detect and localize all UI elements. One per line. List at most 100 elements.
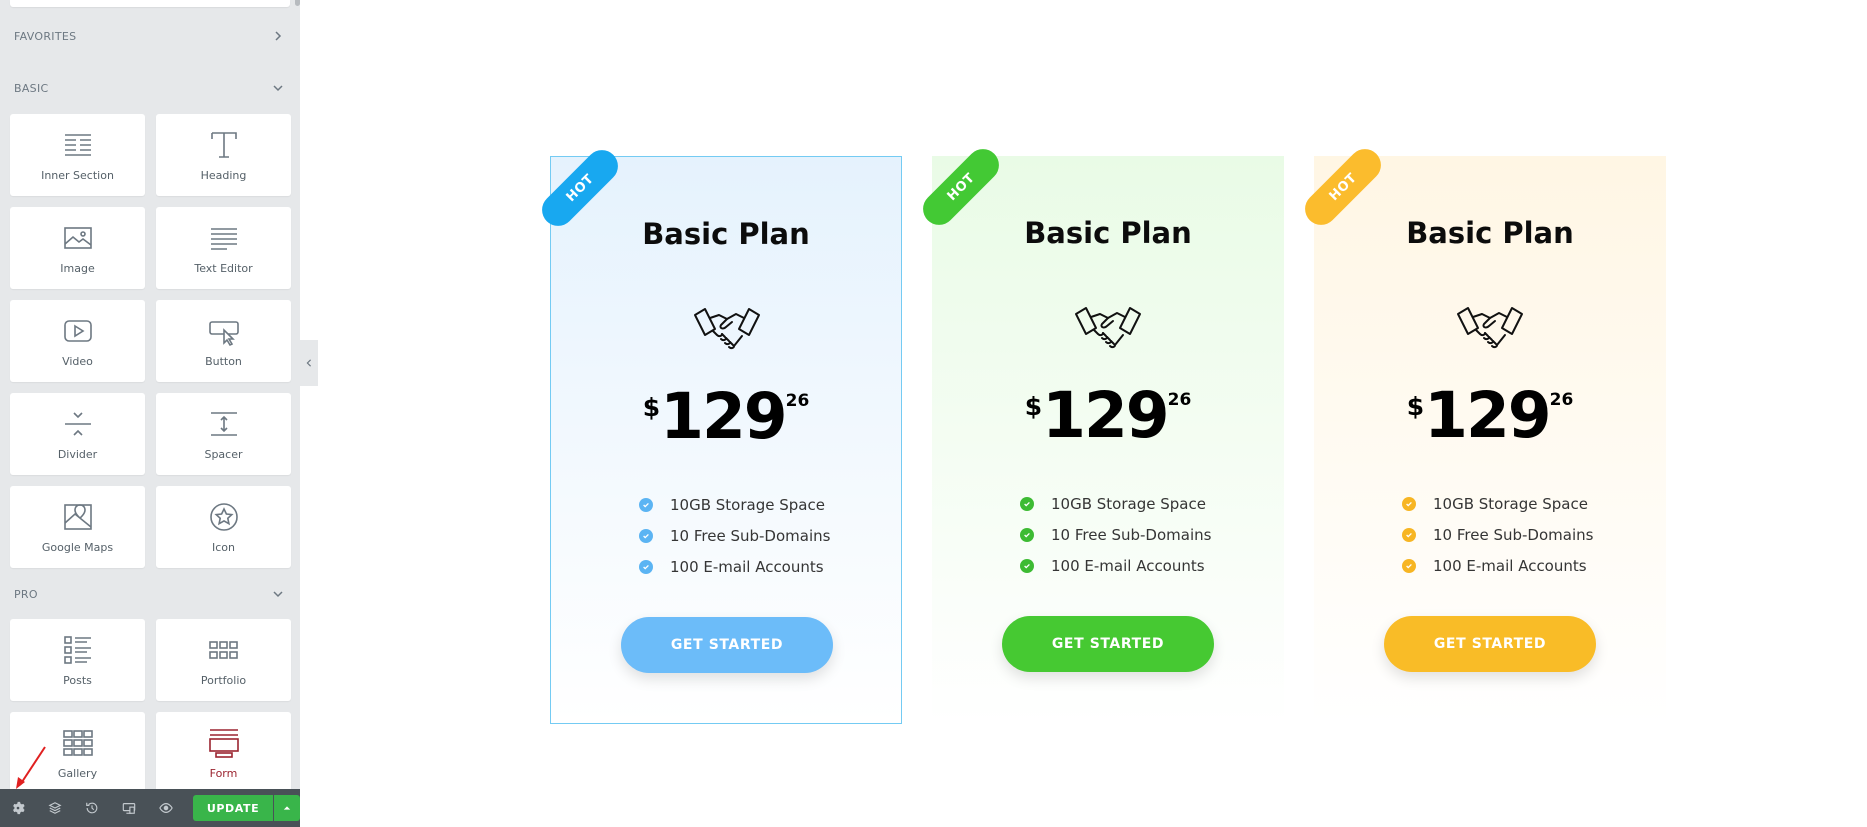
heading-icon bbox=[210, 131, 237, 158]
button-icon bbox=[208, 320, 239, 346]
widget-label: Google Maps bbox=[41, 540, 114, 554]
widget-video[interactable]: Video bbox=[10, 300, 145, 382]
check-circle-icon bbox=[1020, 496, 1034, 511]
feature-text: 100 E-mail Accounts bbox=[1433, 556, 1587, 575]
category-pro[interactable]: PRO bbox=[0, 579, 300, 609]
category-basic[interactable]: BASIC bbox=[0, 73, 300, 103]
update-options-button[interactable] bbox=[274, 795, 300, 821]
widget-search-input[interactable] bbox=[10, 0, 290, 7]
widget-label: Image bbox=[60, 261, 95, 275]
elementor-panel: FAVORITES BASIC Inner Section Heading Im… bbox=[0, 0, 300, 827]
plan-title: Basic Plan bbox=[1406, 216, 1574, 250]
check-circle-icon bbox=[639, 497, 653, 512]
chevron-right-icon bbox=[275, 31, 282, 41]
widget-spacer[interactable]: Spacer bbox=[156, 393, 291, 475]
widget-label: Inner Section bbox=[41, 168, 114, 182]
panel-footer: UPDATE bbox=[0, 789, 300, 827]
caret-up-icon bbox=[283, 806, 291, 810]
inner-section-icon bbox=[64, 133, 91, 156]
widget-inner-section[interactable]: Inner Section bbox=[10, 114, 145, 196]
check-circle-icon bbox=[1020, 558, 1034, 573]
feature-item: 10 Free Sub-Domains bbox=[639, 520, 830, 551]
widget-icon[interactable]: Icon bbox=[156, 486, 291, 568]
history-button[interactable] bbox=[80, 789, 105, 827]
feature-text: 10 Free Sub-Domains bbox=[1433, 525, 1594, 544]
widget-google-maps[interactable]: Google Maps bbox=[10, 486, 145, 568]
settings-button[interactable] bbox=[6, 789, 31, 827]
widget-portfolio[interactable]: Portfolio bbox=[156, 619, 291, 701]
panel-scrollbar[interactable] bbox=[295, 0, 300, 6]
update-button[interactable]: UPDATE bbox=[192, 795, 274, 821]
preview-icon bbox=[158, 803, 173, 813]
widget-label: Posts bbox=[63, 673, 92, 687]
form-icon bbox=[208, 728, 239, 758]
feature-text: 10GB Storage Space bbox=[670, 495, 825, 514]
widget-label: Icon bbox=[212, 540, 235, 554]
get-started-button[interactable]: GET STARTED bbox=[621, 617, 833, 673]
widget-form[interactable]: Form bbox=[156, 712, 291, 794]
pricing-card-blue[interactable]: HOT Basic Plan $12926 10GB Storage Space… bbox=[535, 143, 902, 724]
widget-label: Spacer bbox=[204, 447, 243, 461]
feature-list: 10GB Storage Space 10 Free Sub-Domains 1… bbox=[1402, 488, 1593, 581]
category-favorites[interactable]: FAVORITES bbox=[0, 21, 300, 51]
feature-text: 100 E-mail Accounts bbox=[670, 557, 824, 576]
preview-button[interactable] bbox=[153, 789, 178, 827]
price-cents: 26 bbox=[785, 391, 810, 411]
pricing-card-orange[interactable]: HOT Basic Plan $12926 10GB Storage Space… bbox=[1298, 142, 1666, 724]
widget-image[interactable]: Image bbox=[10, 207, 145, 289]
feature-item: 100 E-mail Accounts bbox=[1402, 550, 1593, 581]
feature-text: 10 Free Sub-Domains bbox=[1051, 525, 1212, 544]
widget-text-editor[interactable]: Text Editor bbox=[156, 207, 291, 289]
feature-item: 10GB Storage Space bbox=[1402, 488, 1593, 519]
widget-button[interactable]: Button bbox=[156, 300, 291, 382]
feature-list: 10GB Storage Space 10 Free Sub-Domains 1… bbox=[639, 489, 830, 582]
plan-title: Basic Plan bbox=[642, 217, 810, 251]
widget-label: Button bbox=[205, 354, 242, 368]
price-cents: 26 bbox=[1167, 390, 1192, 410]
widget-label: Form bbox=[209, 766, 238, 780]
panel-collapse-toggle[interactable] bbox=[300, 340, 318, 386]
text-editor-icon bbox=[210, 227, 237, 250]
widget-label: Video bbox=[62, 354, 93, 368]
chevron-down-icon bbox=[273, 591, 283, 598]
google-maps-icon bbox=[63, 503, 92, 530]
feature-item: 100 E-mail Accounts bbox=[639, 551, 830, 582]
feature-list: 10GB Storage Space 10 Free Sub-Domains 1… bbox=[1020, 488, 1211, 581]
check-circle-icon bbox=[1402, 558, 1416, 573]
annotation-arrow bbox=[16, 746, 46, 789]
widget-divider[interactable]: Divider bbox=[10, 393, 145, 475]
widget-label: Text Editor bbox=[194, 261, 253, 275]
widget-label: Heading bbox=[200, 168, 247, 182]
widget-label: Divider bbox=[57, 447, 98, 461]
feature-item: 10 Free Sub-Domains bbox=[1020, 519, 1211, 550]
price-currency: $ bbox=[1024, 392, 1043, 421]
handshake-icon bbox=[1457, 307, 1523, 349]
get-started-button[interactable]: GET STARTED bbox=[1002, 616, 1214, 672]
price-amount: 129 bbox=[1042, 379, 1170, 452]
widget-label: Gallery bbox=[57, 766, 98, 780]
navigator-icon bbox=[48, 802, 62, 814]
chevron-down-icon bbox=[273, 85, 283, 92]
widget-heading[interactable]: Heading bbox=[156, 114, 291, 196]
feature-text: 10GB Storage Space bbox=[1433, 494, 1588, 513]
responsive-mode-icon bbox=[122, 803, 135, 814]
category-favorites-label: FAVORITES bbox=[14, 29, 77, 43]
settings-icon bbox=[13, 801, 26, 815]
widget-posts[interactable]: Posts bbox=[10, 619, 145, 701]
pricing-card-green[interactable]: HOT Basic Plan $12926 10GB Storage Space… bbox=[916, 142, 1284, 724]
navigator-button[interactable] bbox=[43, 789, 68, 827]
check-circle-icon bbox=[639, 528, 653, 543]
history-icon bbox=[86, 802, 98, 814]
check-circle-icon bbox=[1020, 527, 1034, 542]
divider-icon bbox=[64, 411, 91, 436]
check-circle-icon bbox=[639, 559, 653, 574]
get-started-button[interactable]: GET STARTED bbox=[1384, 616, 1596, 672]
responsive-mode-button[interactable] bbox=[116, 789, 141, 827]
posts-icon bbox=[63, 635, 91, 664]
category-basic-label: BASIC bbox=[14, 81, 49, 95]
handshake-icon bbox=[1075, 307, 1141, 349]
price-currency: $ bbox=[642, 393, 661, 422]
check-circle-icon bbox=[1402, 496, 1416, 511]
basic-widget-grid: Inner Section Heading Image Text Editor … bbox=[10, 114, 291, 568]
star-icon bbox=[209, 502, 238, 531]
